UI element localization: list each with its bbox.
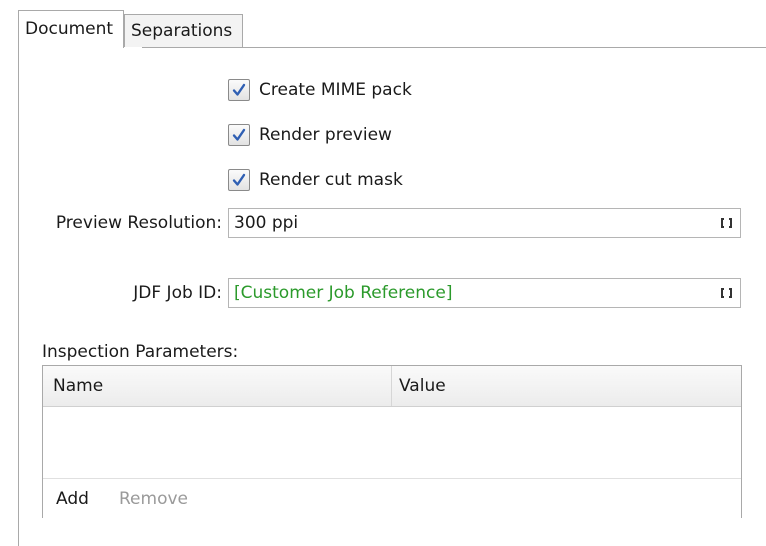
render-preview-label: Render preview bbox=[259, 125, 392, 145]
inspection-parameters-label: Inspection Parameters: bbox=[42, 342, 239, 362]
jdf-job-id-field[interactable]: [Customer Job Reference] bbox=[228, 278, 741, 308]
render-preview-checkbox[interactable] bbox=[228, 124, 250, 146]
checkmark-icon bbox=[232, 128, 246, 141]
preview-resolution-label: Preview Resolution: bbox=[55, 213, 222, 233]
table-footer: Add Remove bbox=[43, 478, 741, 519]
render-cut-mask-row[interactable]: Render cut mask bbox=[228, 167, 403, 193]
render-preview-row[interactable]: Render preview bbox=[228, 122, 392, 148]
column-header-value[interactable]: Value bbox=[399, 366, 446, 406]
create-mime-pack-label: Create MIME pack bbox=[259, 80, 412, 100]
checkmark-icon bbox=[232, 173, 246, 186]
add-button[interactable]: Add bbox=[56, 479, 89, 519]
table-body[interactable] bbox=[43, 407, 741, 478]
tab-bar: Document Separations bbox=[18, 10, 766, 48]
create-mime-pack-checkbox[interactable] bbox=[228, 79, 250, 101]
tab-document[interactable]: Document bbox=[18, 10, 124, 48]
jdf-job-id-value: [Customer Job Reference] bbox=[234, 283, 453, 303]
column-header-name[interactable]: Name bbox=[53, 366, 103, 406]
preview-resolution-field[interactable]: 300 ppi bbox=[228, 208, 741, 238]
variable-brackets-icon[interactable] bbox=[721, 288, 732, 298]
preview-resolution-value: 300 ppi bbox=[234, 213, 299, 233]
inspection-parameters-table: Name Value Add Remove bbox=[42, 365, 742, 519]
checkmark-icon bbox=[232, 83, 246, 96]
remove-button[interactable]: Remove bbox=[119, 479, 188, 519]
variable-brackets-icon[interactable] bbox=[721, 218, 732, 228]
create-mime-pack-row[interactable]: Create MIME pack bbox=[228, 77, 412, 103]
render-cut-mask-label: Render cut mask bbox=[259, 170, 403, 190]
column-divider[interactable] bbox=[391, 366, 392, 406]
table-header: Name Value bbox=[43, 366, 741, 407]
render-cut-mask-checkbox[interactable] bbox=[228, 169, 250, 191]
jdf-job-id-label: JDF Job ID: bbox=[133, 283, 222, 303]
tab-separations[interactable]: Separations bbox=[124, 14, 243, 47]
